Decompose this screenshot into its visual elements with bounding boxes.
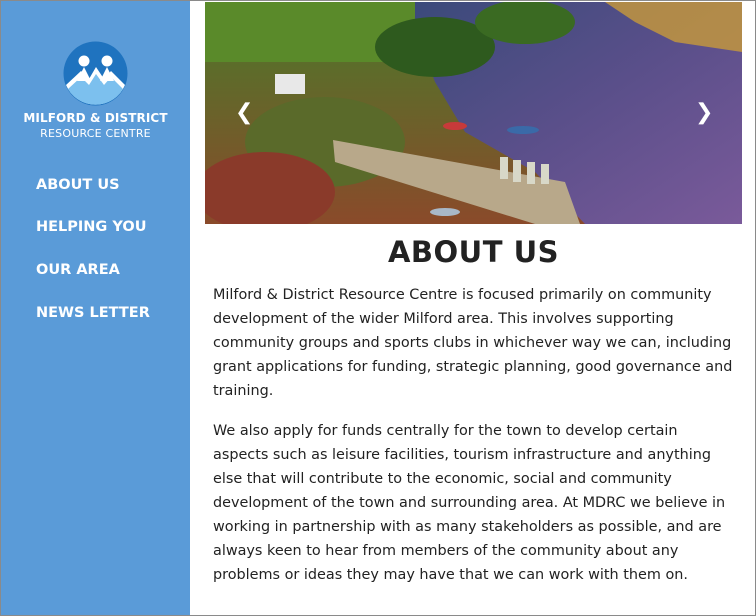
brand-subtitle: RESOURCE CENTRE (40, 127, 151, 140)
page-title: ABOUT US (387, 235, 560, 269)
nav-item-about-us[interactable]: ABOUT US (36, 177, 120, 193)
about-paragraph-2: We also apply for funds centrally for th… (213, 423, 726, 583)
chevron-left-icon[interactable]: ❮ (235, 102, 253, 124)
chevron-right-icon[interactable]: ❯ (695, 102, 713, 124)
nav-item-our-area[interactable]: OUR AREA (36, 262, 120, 278)
brand-name: MILFORD & DISTRICT (23, 111, 168, 125)
sidebar: MILFORD & DISTRICT RESOURCE CENTRE ABOUT… (1, 1, 190, 615)
nav-item-news-letter[interactable]: NEWS LETTER (36, 305, 150, 321)
nav-item-helping-you[interactable]: HELPING YOU (36, 219, 146, 235)
about-paragraph-1: Milford & District Resource Centre is fo… (213, 287, 733, 399)
hero-carousel[interactable]: ❮ ❯ (205, 2, 742, 224)
logo-icon[interactable] (63, 41, 128, 106)
aerial-lake-photo (205, 2, 742, 224)
